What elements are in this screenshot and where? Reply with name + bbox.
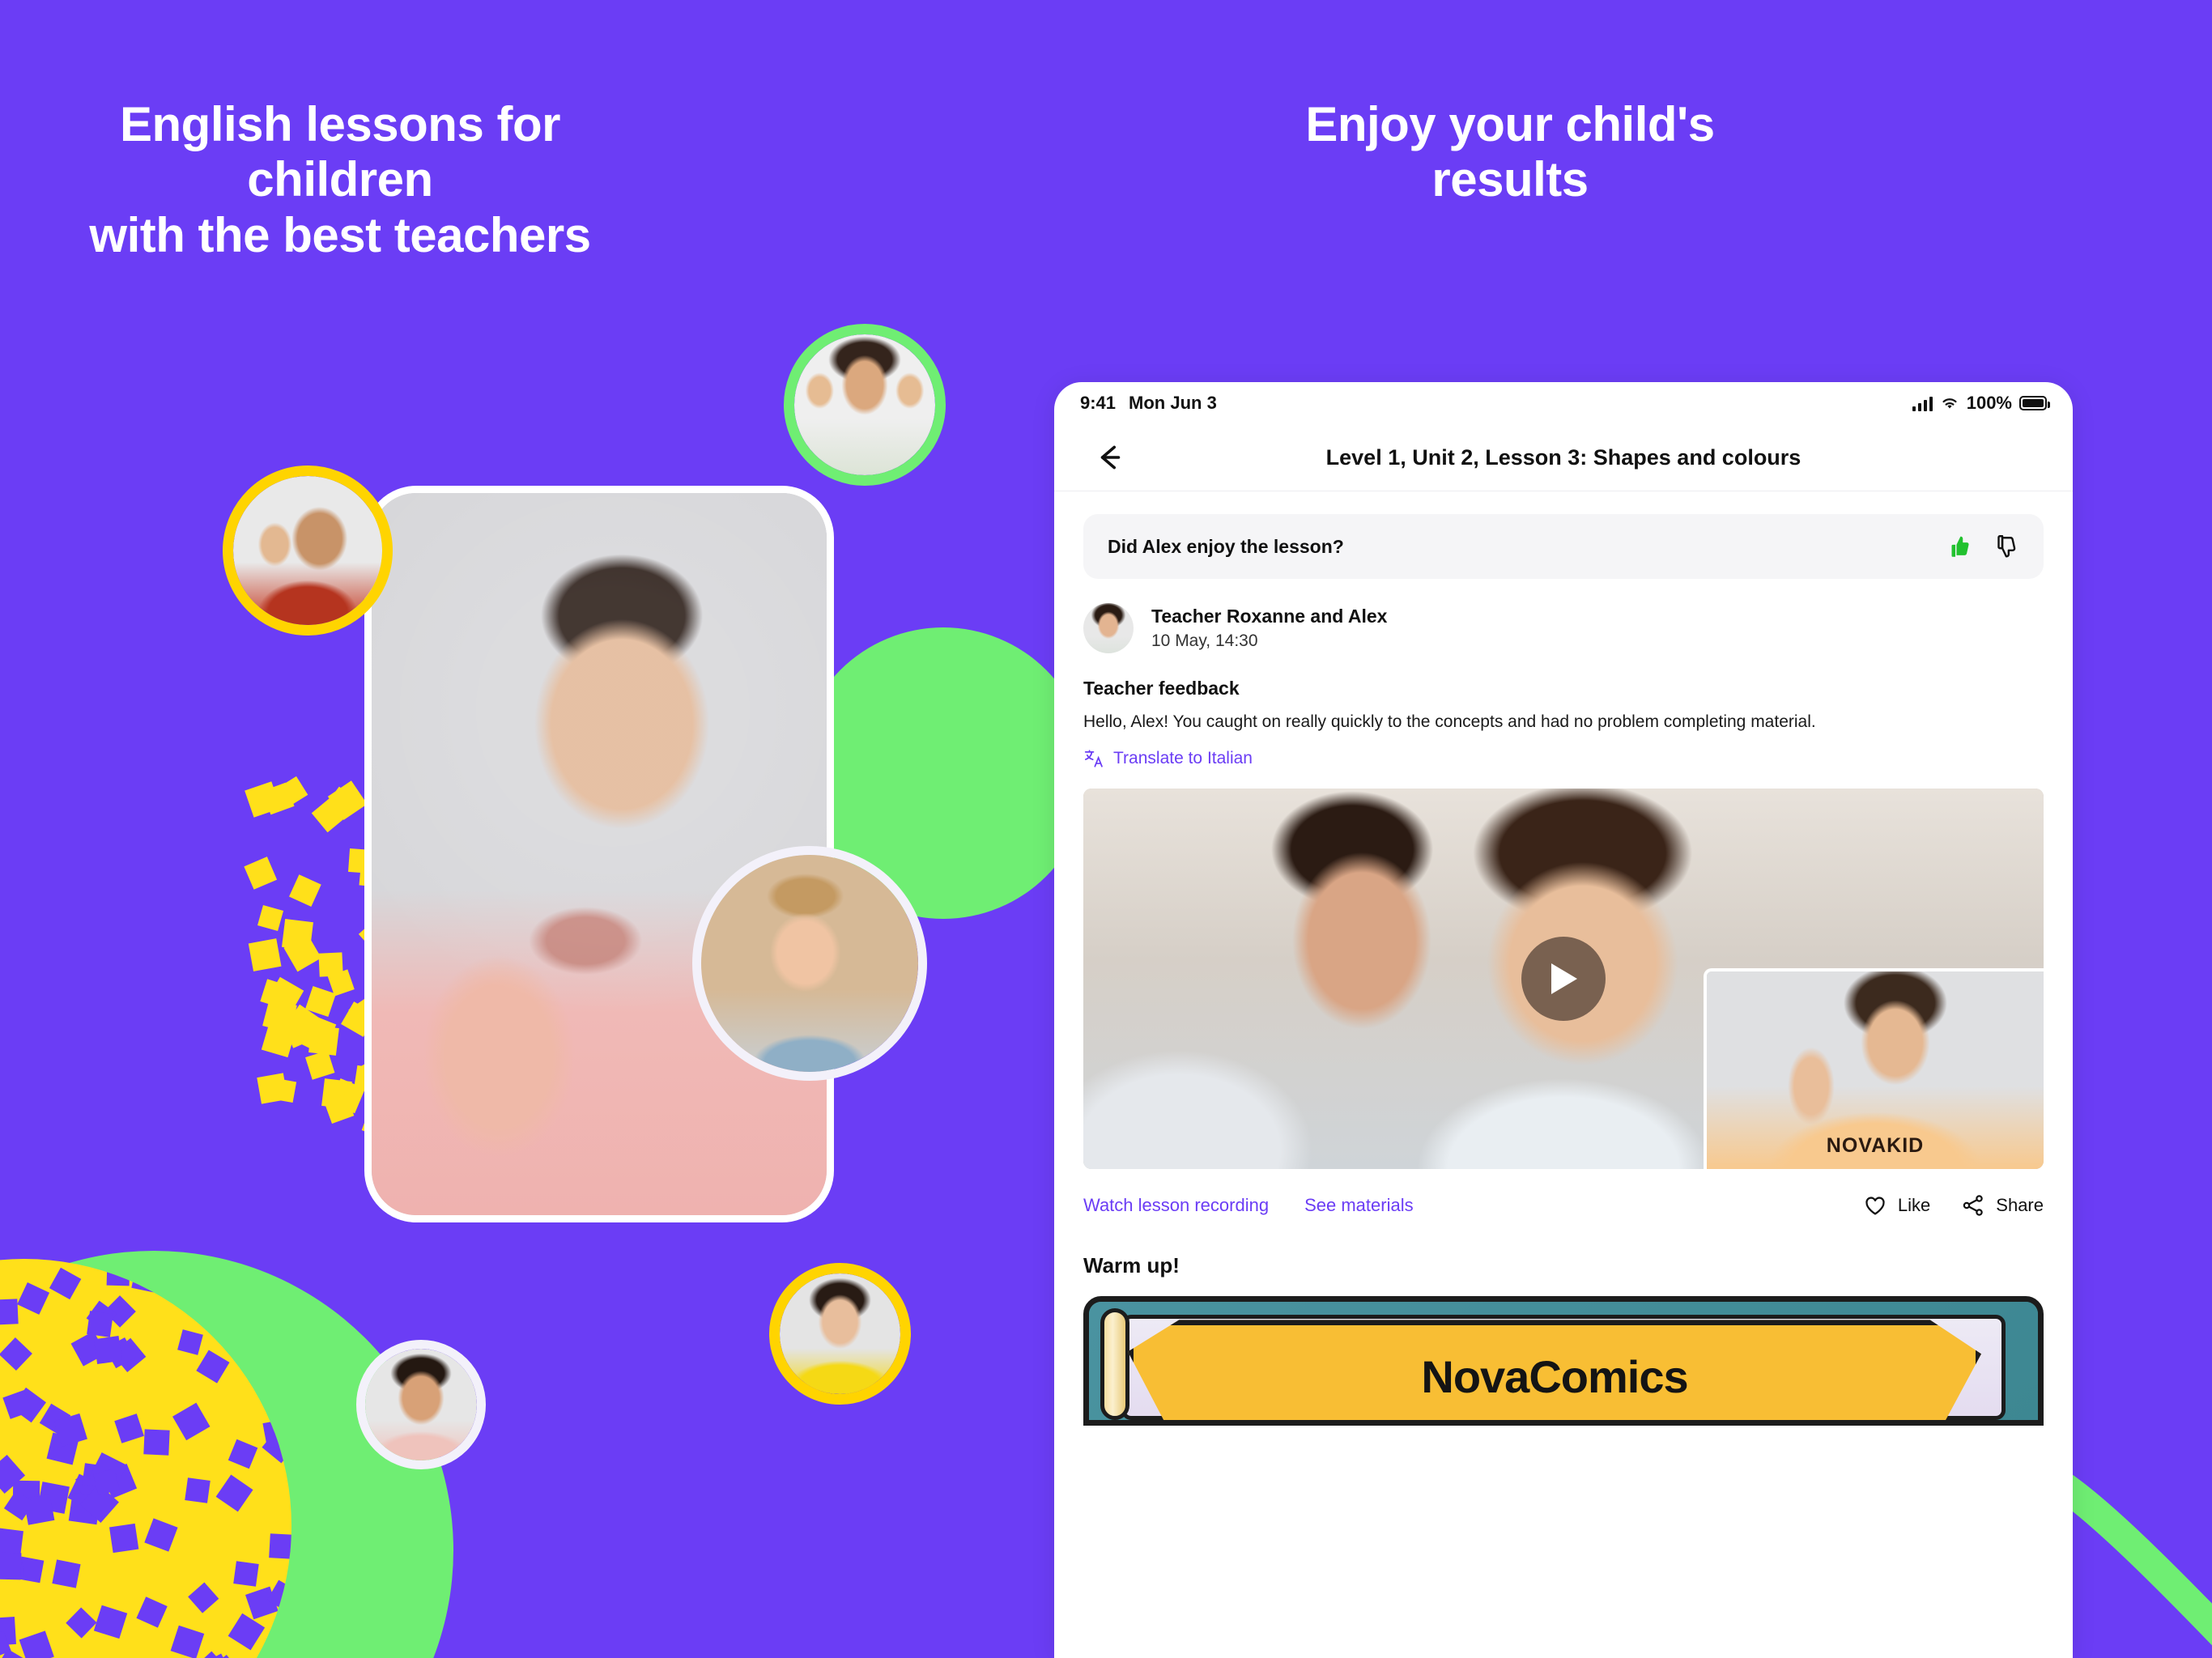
avatar-woman-yellow-top bbox=[769, 1263, 911, 1405]
teacher-feedback-heading: Teacher feedback bbox=[1083, 678, 1240, 699]
author-name: Teacher Roxanne and Alex bbox=[1151, 606, 1388, 627]
rating-question: Did Alex enjoy the lesson? bbox=[1108, 535, 1344, 557]
avatar-photo bbox=[233, 476, 382, 625]
lesson-rating-prompt: Did Alex enjoy the lesson? bbox=[1083, 514, 2044, 579]
status-bar: 9:41 Mon Jun 3 100% bbox=[1054, 382, 2073, 424]
confetti-square bbox=[272, 1078, 297, 1103]
headline-right-line2: results bbox=[1431, 152, 1589, 207]
confetti-square bbox=[257, 905, 284, 932]
like-button[interactable]: Like bbox=[1863, 1193, 1930, 1218]
novakid-logo: NOVAKID bbox=[1826, 1134, 1925, 1158]
photo-collage bbox=[0, 0, 1053, 1658]
author-timestamp: 10 May, 14:30 bbox=[1151, 631, 1258, 650]
translate-label: Translate to Italian bbox=[1113, 749, 1253, 768]
comics-spine bbox=[1100, 1308, 1129, 1421]
confetti-square bbox=[244, 856, 278, 890]
status-time: 9:41 bbox=[1080, 393, 1117, 413]
thumbs-down-icon[interactable] bbox=[1992, 533, 2019, 560]
page-title: Level 1, Unit 2, Lesson 3: Shapes and co… bbox=[1325, 444, 1802, 470]
battery-icon bbox=[2019, 396, 2050, 410]
translate-link[interactable]: Translate to Italian bbox=[1083, 748, 2044, 769]
avatar-bald-man-red bbox=[223, 466, 393, 636]
avatar-photo bbox=[365, 1349, 477, 1460]
like-label: Like bbox=[1897, 1195, 1931, 1216]
comics-banner: NovaComics bbox=[1128, 1320, 1981, 1421]
lesson-actions-row: Watch lesson recording See materials Lik… bbox=[1083, 1193, 2044, 1218]
teacher-avatar-photo bbox=[1083, 603, 1134, 653]
thumbs-up-icon[interactable] bbox=[1945, 533, 1972, 560]
headline-right: Enjoy your child's results bbox=[1259, 97, 1761, 208]
avatar-boy-denim bbox=[692, 846, 927, 1081]
avatar bbox=[1083, 603, 1134, 653]
see-materials-link[interactable]: See materials bbox=[1304, 1195, 1414, 1216]
translate-icon bbox=[1084, 750, 1103, 767]
teacher-feedback-body: Hello, Alex! You caught on really quickl… bbox=[1083, 712, 1816, 731]
lesson-video-player[interactable]: NOVAKID bbox=[1083, 789, 2044, 1170]
play-icon[interactable] bbox=[1521, 937, 1606, 1022]
share-button[interactable]: Share bbox=[1961, 1193, 2044, 1218]
novacomics-card[interactable]: NovaComics bbox=[1083, 1296, 2044, 1426]
novacomics-title: NovaComics bbox=[1421, 1350, 1688, 1402]
confetti-square bbox=[248, 938, 282, 971]
watch-lesson-recording-link[interactable]: Watch lesson recording bbox=[1083, 1195, 1269, 1216]
author-row: Teacher Roxanne and Alex 10 May, 14:30 bbox=[1083, 603, 2044, 653]
confetti-square bbox=[288, 874, 321, 907]
warm-up-heading: Warm up! bbox=[1083, 1253, 1180, 1278]
main-teacher-photo-card bbox=[364, 486, 834, 1222]
avatar-photo bbox=[701, 855, 918, 1072]
arrow-left-icon[interactable] bbox=[1093, 440, 1127, 474]
heart-icon bbox=[1865, 1197, 1885, 1215]
video-pip-teacher[interactable]: NOVAKID bbox=[1704, 968, 2044, 1170]
lesson-navbar: Level 1, Unit 2, Lesson 3: Shapes and co… bbox=[1054, 424, 2073, 491]
battery-percent: 100% bbox=[1966, 393, 2012, 413]
share-icon bbox=[1963, 1195, 1984, 1217]
teacher-thumbs-up-photo bbox=[372, 493, 827, 1215]
status-date: Mon Jun 3 bbox=[1129, 393, 1217, 413]
confetti-square bbox=[281, 919, 313, 950]
avatar-photo bbox=[780, 1273, 900, 1394]
share-label: Share bbox=[1996, 1195, 2044, 1216]
wifi-icon bbox=[1942, 398, 1957, 409]
headline-right-line1: Enjoy your child's bbox=[1305, 97, 1715, 151]
tablet-mockup: 9:41 Mon Jun 3 100% Level 1, Unit 2, Les… bbox=[1054, 382, 2073, 1658]
avatar-teacher-hands-up bbox=[784, 324, 946, 486]
play-triangle-icon bbox=[1551, 963, 1577, 995]
avatar-photo bbox=[794, 334, 935, 475]
avatar-man-pink-shirt bbox=[356, 1340, 486, 1469]
signal-icon bbox=[1912, 396, 1933, 411]
